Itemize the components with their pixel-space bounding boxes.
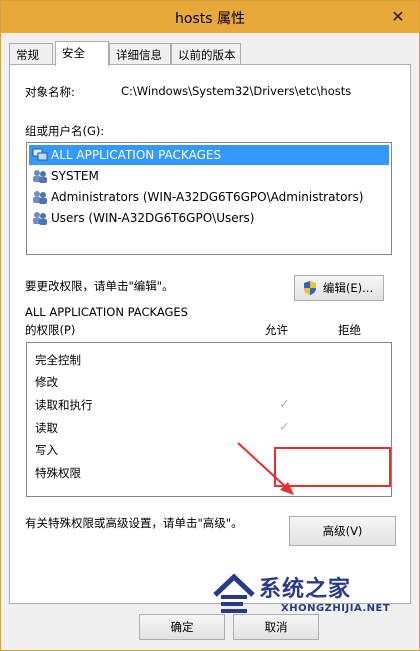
users-icon	[33, 212, 47, 225]
permission-name: 读取	[35, 421, 58, 435]
advanced-button[interactable]: 高级(V)	[289, 516, 396, 546]
object-name-label: 对象名称:	[25, 85, 75, 99]
watermark-text: 系统之家	[259, 577, 352, 602]
permission-name: 读取和执行	[35, 398, 93, 412]
groups-listbox[interactable]: ALL APPLICATION PACKAGES SYSTEM Administ…	[26, 142, 392, 255]
users-icon	[33, 191, 47, 204]
list-item-label: Administrators (WIN-A32DG6T6GPO\Administ…	[51, 190, 364, 204]
permission-name: 修改	[35, 375, 58, 389]
list-item-label: ALL APPLICATION PACKAGES	[51, 148, 222, 162]
advanced-hint: 有关特殊权限或高级设置，请单击"高级"。	[25, 516, 243, 530]
packages-icon	[32, 148, 48, 161]
permission-name: 特殊权限	[35, 466, 81, 480]
list-item-system[interactable]: SYSTEM	[29, 166, 389, 186]
title-bar[interactable]: hosts 属性 ✕	[1, 1, 419, 33]
list-item-label: SYSTEM	[51, 169, 99, 183]
permission-row-modify: 修改	[35, 371, 385, 393]
security-panel: 对象名称: C:\Windows\System32\Drivers\etc\ho…	[9, 64, 411, 604]
list-item-users[interactable]: Users (WIN-A32DG6T6GPO\Users)	[29, 208, 389, 228]
edit-button-label: 编辑(E)...	[322, 281, 374, 295]
allow-check-icon: ✓	[279, 397, 290, 412]
permission-row-read-execute: 读取和执行 ✓	[35, 394, 385, 416]
users-icon	[33, 170, 47, 183]
cancel-button[interactable]: 取消	[233, 614, 319, 640]
list-item-administrators[interactable]: Administrators (WIN-A32DG6T6GPO\Administ…	[29, 187, 389, 207]
tab-previous-versions[interactable]: 以前的版本	[171, 43, 241, 65]
groups-label: 组或用户名(G):	[25, 124, 105, 138]
permission-row-read: 读取 ✓	[35, 417, 385, 439]
tab-general[interactable]: 常规	[9, 43, 53, 65]
edit-button[interactable]: 编辑(E)...	[294, 275, 384, 301]
permission-name: 完全控制	[35, 353, 81, 367]
list-item-all-application-packages[interactable]: ALL APPLICATION PACKAGES	[29, 145, 389, 165]
permission-row-full-control: 完全控制	[35, 349, 385, 371]
watermark-url: XHONGZHIJIA.NET	[281, 603, 391, 614]
allow-column-header: 允许	[265, 323, 288, 337]
window-title: hosts 属性	[175, 11, 245, 27]
annotation-arrow-icon	[237, 442, 294, 495]
edit-hint: 要更改权限，请单击"编辑"。	[25, 279, 174, 293]
permission-name: 写入	[35, 443, 58, 457]
properties-window: hosts 属性 ✕ 常规 安全 详细信息 以前的版本 对象名称: C:\Win…	[0, 0, 420, 651]
permissions-principal: ALL APPLICATION PACKAGES	[25, 305, 188, 319]
list-item-label: Users (WIN-A32DG6T6GPO\Users)	[51, 211, 255, 225]
ok-button[interactable]: 确定	[139, 614, 225, 640]
watermark-house-icon	[213, 573, 255, 613]
permissions-label: 的权限(P)	[25, 323, 76, 337]
deny-column-header: 拒绝	[338, 323, 361, 337]
uac-shield-icon	[304, 281, 316, 295]
object-name-value: C:\Windows\System32\Drivers\etc\hosts	[121, 84, 352, 98]
close-button[interactable]: ✕	[387, 7, 409, 27]
tab-details[interactable]: 详细信息	[109, 43, 171, 65]
tab-security[interactable]: 安全	[55, 41, 109, 66]
